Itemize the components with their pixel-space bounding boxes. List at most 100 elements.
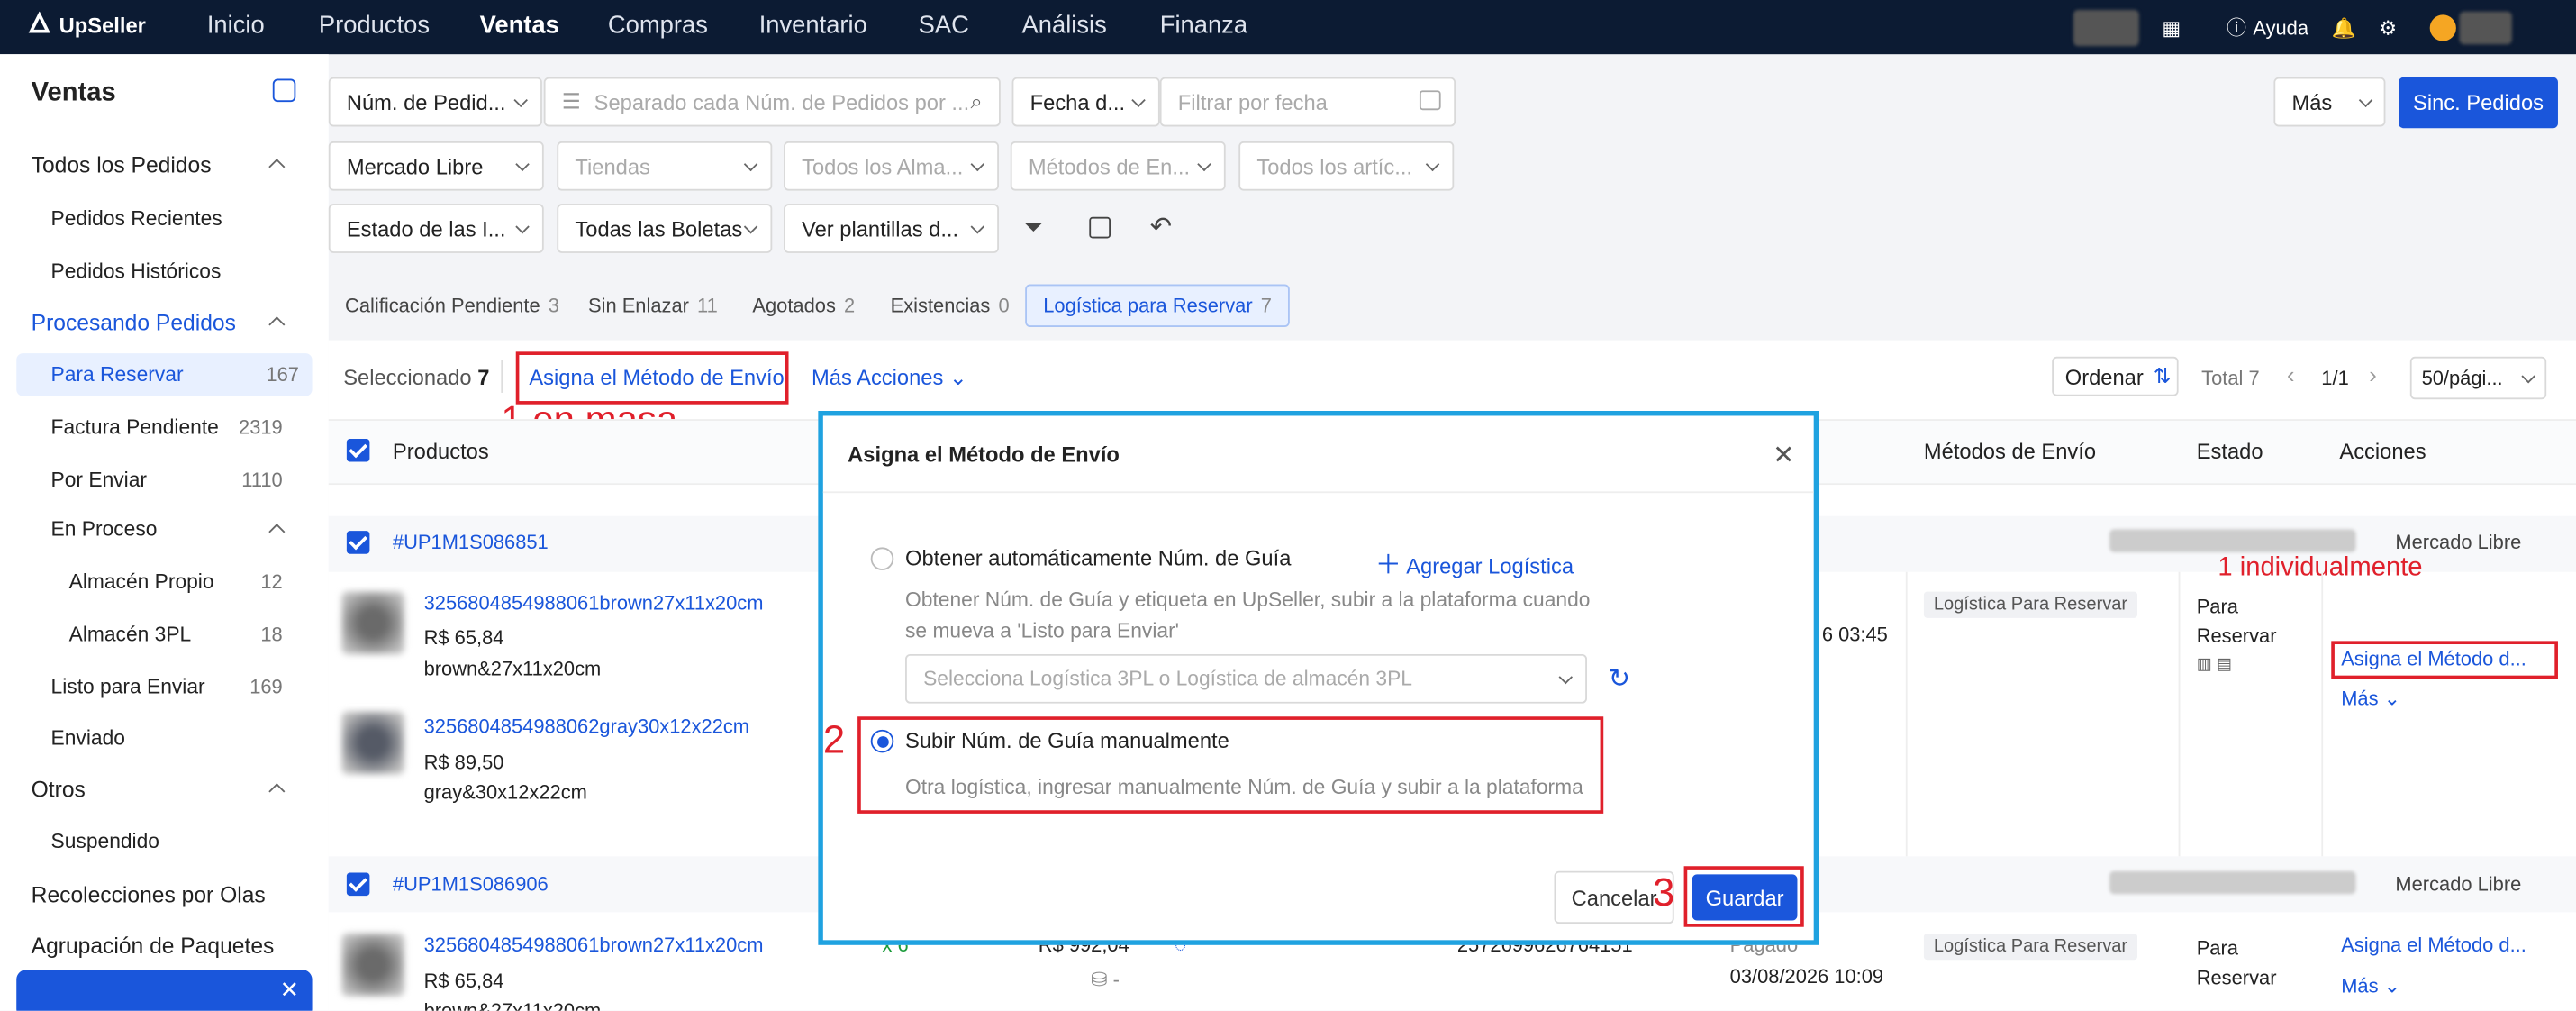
sidebar-item-label: Procesando Pedidos (31, 309, 236, 335)
status-label: Estado de las I... (346, 215, 506, 241)
calendar-icon[interactable] (1419, 90, 1441, 111)
sidebar-item[interactable]: Otros (32, 768, 296, 810)
order-id-link[interactable]: #UP1M1S086851 (393, 531, 549, 554)
save-icon[interactable] (1089, 216, 1111, 239)
nav-ventas[interactable]: Ventas (480, 12, 559, 40)
status-select[interactable]: Estado de las I... (328, 204, 544, 253)
assign-method-link[interactable]: Asigna el Método d... (2341, 934, 2526, 957)
save-button[interactable]: Guardar (1692, 874, 1798, 921)
filter-icon[interactable]: ⏷ (1023, 214, 1043, 241)
nav-analisis[interactable]: Análisis (1022, 12, 1107, 40)
product-sku-link[interactable]: 3256804854988062gray30x12x22cm (424, 715, 749, 738)
close-icon[interactable]: ✕ (280, 976, 299, 1004)
sidebar-item-count: 12 (260, 569, 283, 594)
date-type-select[interactable]: Fecha d... (1011, 77, 1160, 127)
tab-0[interactable]: Calificación Pendiente 3 (345, 285, 559, 327)
chevron-down-icon (970, 219, 985, 234)
product-variant: brown&27x11x20cm (423, 657, 602, 681)
sidebar-item-label: En Proceso (50, 517, 158, 542)
refresh-icon[interactable]: ↻ (1609, 662, 1630, 695)
order-no-select[interactable]: Núm. de Pedid... (328, 77, 542, 127)
product-sku-link[interactable]: 3256804854988061brown27x11x20cm (424, 934, 764, 957)
manual-tracking-radio[interactable] (870, 729, 894, 753)
nav-productos[interactable]: Productos (319, 12, 430, 40)
selected-text: Seleccionado (343, 364, 472, 390)
tab-3[interactable]: Existencias 0 (891, 285, 1010, 327)
platform-select[interactable]: Mercado Libre (328, 141, 544, 191)
date-placeholder: Filtrar por fecha (1177, 89, 1328, 114)
sidebar-item[interactable]: Todos los Pedidos (32, 143, 296, 186)
order-search-input[interactable]: ☰ Separado cada Núm. de Pedidos por ... ⌕ (543, 77, 1001, 127)
undo-icon[interactable]: ↶ (1150, 210, 1172, 242)
sidebar-item-label: Listo para Enviar (50, 675, 205, 699)
next-page-icon[interactable]: › (2369, 361, 2377, 387)
templates-label: Ver plantillas d... (802, 215, 959, 241)
selected-count: 7 (477, 364, 490, 390)
tab-1[interactable]: Sin Enlazar 11 (588, 285, 718, 327)
sidebar-item-count: 167 (266, 363, 299, 387)
product-sku-link[interactable]: 3256804854988061brown27x11x20cm (424, 592, 764, 615)
collapse-sidebar-icon[interactable] (272, 78, 296, 103)
logistics-select[interactable]: Selecciona Logística 3PL o Logística de … (905, 653, 1587, 704)
sidebar-item[interactable]: Por Enviar 1110 (51, 459, 296, 501)
prev-page-icon[interactable]: ‹ (2287, 361, 2295, 387)
nav-inicio[interactable]: Inicio (207, 12, 265, 40)
more-actions-button[interactable]: Más Acciones ⌄ (812, 365, 967, 391)
methods-select[interactable]: Métodos de En... (1010, 141, 1226, 191)
gear-icon[interactable]: ⚙ (2379, 15, 2397, 39)
sidebar-item[interactable]: Procesando Pedidos (32, 301, 296, 343)
more-button[interactable]: Más (2273, 77, 2386, 127)
tab-2[interactable]: Agotados 2 (752, 285, 855, 327)
order-checkbox[interactable] (346, 531, 370, 554)
order-date: 6 03:45 (1821, 623, 1888, 646)
chevron-down-icon (970, 157, 985, 172)
sidebar-item[interactable]: Recolecciones por Olas (32, 873, 296, 915)
date-filter-input[interactable]: Filtrar por fecha (1159, 77, 1456, 127)
close-icon[interactable]: ✕ (1773, 439, 1794, 471)
product-variant: brown&27x11x20cm (423, 998, 602, 1011)
logo[interactable]: UpSeller (26, 11, 146, 38)
sidebar-item[interactable]: Pedidos Históricos (51, 250, 296, 292)
nav-sac[interactable]: SAC (919, 12, 969, 40)
bell-icon[interactable]: 🔔 (2332, 15, 2356, 39)
order-checkbox[interactable] (346, 872, 370, 897)
barcode-icon[interactable]: ▥ ▤ (2197, 656, 2233, 674)
items-select[interactable]: Todos los artíc... (1238, 141, 1455, 191)
nav-inventario[interactable]: Inventario (759, 12, 867, 40)
sidebar-item[interactable]: Listo para Enviar 169 (51, 666, 296, 708)
apps-grid-icon[interactable]: ▦ (2162, 15, 2181, 39)
product-price: R$ 65,84 (423, 970, 504, 993)
sidebar-item[interactable]: Enviado (51, 716, 296, 759)
boletas-select[interactable]: Todas las Boletas (557, 204, 773, 253)
order-id-link[interactable]: #UP1M1S086906 (393, 873, 549, 897)
avatar[interactable] (2429, 14, 2456, 41)
auto-tracking-radio[interactable] (870, 547, 894, 570)
nav-finanza[interactable]: Finanza (1160, 12, 1247, 40)
sidebar-item[interactable]: Pedidos Recientes (51, 197, 296, 240)
add-logistics-link[interactable]: ＋ Agregar Logística (1375, 542, 1574, 582)
sidebar-item[interactable]: Factura Pendiente 2319 (51, 406, 296, 449)
sidebar-item[interactable]: En Proceso (51, 508, 296, 551)
tab-4[interactable]: Logística para Reservar 7 (1025, 284, 1291, 327)
sidebar-item[interactable]: Almacén Propio 12 (69, 560, 296, 603)
sync-orders-button[interactable]: Sinc. Pedidos (2399, 77, 2558, 129)
sidebar-item[interactable]: Suspendido (51, 820, 296, 862)
assign-method-link[interactable]: Asigna el Método d... (2341, 648, 2526, 671)
row-more-button[interactable]: Más ⌄ (2341, 975, 2400, 998)
select-all-checkbox[interactable] (346, 439, 370, 462)
sidebar-item[interactable]: Agrupación de Paquetes (32, 924, 296, 966)
row-more-button[interactable]: Más ⌄ (2341, 687, 2400, 710)
product-thumbnail (341, 934, 404, 997)
sidebar-item[interactable]: Para Reservar 167 (16, 353, 313, 396)
sidebar-item[interactable]: Almacén 3PL 18 (69, 613, 296, 655)
order-platform: Mercado Libre (2395, 531, 2522, 554)
stores-select[interactable]: Tiendas (557, 141, 773, 191)
help-link[interactable]: ⓘ Ayuda (2227, 14, 2308, 41)
templates-select[interactable]: Ver plantillas d... (784, 204, 999, 253)
warehouses-select[interactable]: Todos los Alma... (784, 141, 999, 191)
sort-button[interactable]: Ordenar ⇅ (2052, 356, 2179, 396)
per-page-select[interactable]: 50/pági... (2409, 356, 2547, 400)
chevron-down-icon (743, 219, 758, 234)
search-icon[interactable]: ⌕ (970, 88, 982, 114)
nav-compras[interactable]: Compras (608, 12, 708, 40)
